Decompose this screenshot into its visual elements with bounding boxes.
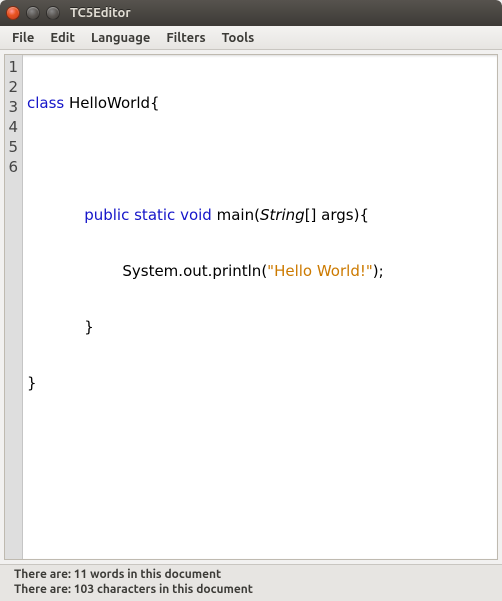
line-number: 4 [7, 117, 18, 137]
line-number: 2 [7, 77, 18, 97]
code-text: } [27, 318, 94, 336]
minimize-icon[interactable] [26, 6, 40, 20]
menu-language[interactable]: Language [83, 29, 158, 47]
status-bar: There are: 11 words in this document The… [0, 564, 502, 601]
keyword: class [27, 94, 64, 112]
code-text: main( [212, 206, 260, 224]
close-icon[interactable] [6, 6, 20, 20]
code-line: System.out.println("Hello World!"); [27, 261, 493, 281]
code-line: class HelloWorld{ [27, 93, 493, 113]
menu-filters[interactable]: Filters [158, 29, 213, 47]
menu-tools[interactable]: Tools [214, 29, 263, 47]
code-text: [] args){ [305, 206, 369, 224]
maximize-icon[interactable] [46, 6, 60, 20]
titlebar: TC5Editor [0, 0, 502, 26]
code-line: } [27, 373, 493, 393]
editor: 1 2 3 4 5 6 class HelloWorld{ public sta… [4, 54, 498, 560]
menubar: File Edit Language Filters Tools [0, 26, 502, 50]
string-literal: "Hello World!" [267, 262, 373, 280]
keyword: public static void [84, 206, 212, 224]
code-text: } [27, 374, 37, 392]
code-text [27, 150, 32, 168]
app-window: TC5Editor File Edit Language Filters Too… [0, 0, 502, 601]
menu-file[interactable]: File [4, 29, 42, 47]
window-title: TC5Editor [70, 6, 131, 20]
code-line [27, 149, 493, 169]
line-number: 1 [7, 57, 18, 77]
code-line: } [27, 317, 493, 337]
gutter: 1 2 3 4 5 6 [5, 55, 23, 559]
code-area[interactable]: class HelloWorld{ public static void mai… [23, 55, 497, 559]
code-text: ); [373, 262, 384, 280]
status-words: There are: 11 words in this document [14, 567, 494, 582]
window-buttons [6, 6, 60, 20]
code-text [27, 206, 84, 224]
status-chars: There are: 103 characters in this docume… [14, 582, 494, 597]
type: String [260, 206, 305, 224]
code-line: public static void main(String[] args){ [27, 205, 493, 225]
code-text: HelloWorld{ [64, 94, 159, 112]
line-number: 6 [7, 157, 18, 177]
menu-edit[interactable]: Edit [42, 29, 83, 47]
line-number: 5 [7, 137, 18, 157]
code-text: System.out.println( [27, 262, 267, 280]
line-number: 3 [7, 97, 18, 117]
